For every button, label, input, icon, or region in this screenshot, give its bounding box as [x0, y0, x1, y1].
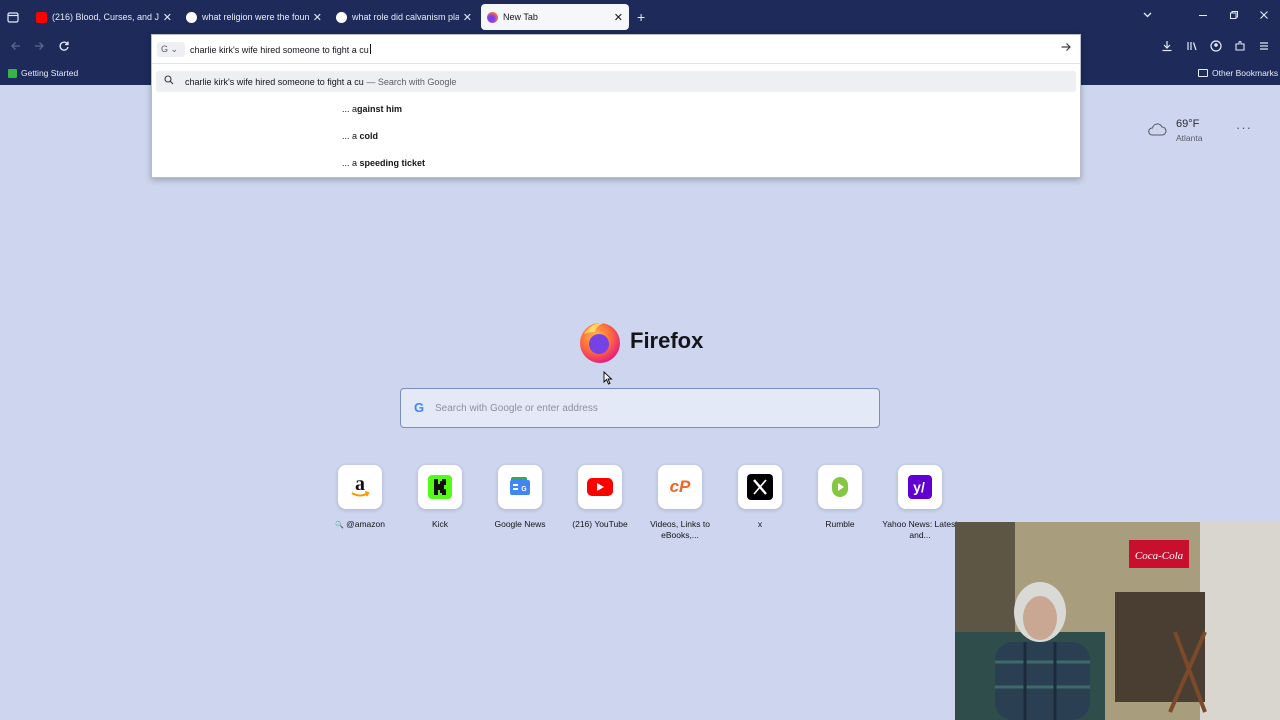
- rumble-icon: [818, 465, 862, 509]
- bookmark-label: Getting Started: [21, 68, 79, 78]
- new-tab-search-box[interactable]: G: [400, 388, 880, 428]
- library-icon[interactable]: [1186, 40, 1198, 56]
- go-arrow-icon[interactable]: [1060, 41, 1072, 56]
- window-close-icon[interactable]: [1259, 8, 1269, 26]
- top-site-kick[interactable]: Kick: [400, 465, 480, 530]
- google-icon: G: [161, 44, 169, 54]
- google-news-icon: G: [498, 465, 542, 509]
- suggestion-item[interactable]: ... a cold: [342, 131, 378, 141]
- tab-title: what religion were the founding: [202, 12, 309, 22]
- search-shortcut-icon: 🔍: [335, 522, 344, 529]
- firefox-icon: [487, 11, 498, 23]
- top-site-amazon[interactable]: a 🔍 @amazon: [320, 465, 400, 531]
- back-icon[interactable]: [10, 40, 22, 56]
- tab-youtube-blood-curses[interactable]: (216) Blood, Curses, and Jezebe ✕: [30, 4, 178, 30]
- top-site-rumble[interactable]: Rumble: [800, 465, 880, 530]
- svg-text:a: a: [355, 474, 365, 495]
- bookmark-getting-started[interactable]: Getting Started: [8, 68, 78, 78]
- firefox-logo-icon: [580, 322, 620, 363]
- chevron-down-icon[interactable]: [1142, 8, 1153, 26]
- google-icon: G: [414, 400, 425, 415]
- search-icon: [164, 75, 174, 88]
- tab-title: what role did calvanism play in: [352, 12, 459, 22]
- close-icon[interactable]: ✕: [313, 11, 322, 24]
- urlbar-input[interactable]: charlie kirk's wife hired someone to fig…: [190, 44, 371, 55]
- mouse-cursor-icon: [603, 371, 613, 385]
- cloud-icon: [1148, 123, 1167, 136]
- other-bookmarks[interactable]: Other Bookmarks: [1198, 68, 1278, 78]
- top-site-label: x: [757, 519, 763, 529]
- top-site-label: Videos, Links to eBooks,...: [650, 519, 710, 540]
- tab-manager-icon[interactable]: [7, 9, 19, 27]
- extensions-icon[interactable]: [1234, 40, 1246, 56]
- top-site-x[interactable]: x: [720, 465, 800, 530]
- top-site-youtube[interactable]: (216) YouTube: [560, 465, 640, 530]
- downloads-icon[interactable]: [1161, 40, 1173, 56]
- top-site-label: @amazon: [346, 519, 385, 529]
- suggestion-search-with-google[interactable]: charlie kirk's wife hired someone to fig…: [156, 71, 1076, 92]
- close-icon[interactable]: ✕: [163, 11, 172, 24]
- webcam-video-image: Coca-Cola: [955, 522, 1280, 720]
- youtube-icon: [578, 465, 622, 509]
- urlbar[interactable]: G ⌄ charlie kirk's wife hired someone to…: [152, 35, 1080, 64]
- forward-icon[interactable]: [33, 40, 45, 56]
- youtube-icon: [36, 11, 47, 23]
- google-icon: [186, 11, 197, 23]
- account-icon[interactable]: [1210, 40, 1222, 56]
- menu-icon[interactable]: [1258, 40, 1270, 56]
- bookmark-icon: [8, 68, 17, 78]
- cp-icon: cP: [658, 465, 702, 509]
- tab-title: New Tab: [503, 12, 538, 22]
- weather-city[interactable]: Atlanta: [1176, 133, 1202, 143]
- x-icon: [738, 465, 782, 509]
- webcam-overlay: Coca-Cola: [955, 522, 1280, 720]
- suggestion-action: — Search with Google: [366, 77, 457, 87]
- top-site-label: Kick: [431, 519, 449, 529]
- suggestion-item[interactable]: ... against him: [342, 104, 402, 114]
- top-site-yahoo-news[interactable]: y/ Yahoo News: Latest and...: [880, 465, 960, 541]
- tab-new-tab[interactable]: New Tab ✕: [481, 4, 629, 30]
- svg-text:cP: cP: [670, 477, 691, 496]
- folder-icon: [1198, 69, 1208, 77]
- minimize-icon[interactable]: [1198, 8, 1208, 26]
- suggestion-item[interactable]: ... a speeding ticket: [342, 158, 425, 168]
- amazon-icon: a: [338, 465, 382, 509]
- new-tab-button[interactable]: +: [637, 8, 645, 26]
- top-site-label: Rumble: [825, 519, 855, 529]
- top-site-label: (216) YouTube: [572, 519, 628, 529]
- close-icon[interactable]: ✕: [614, 11, 623, 24]
- more-options-icon[interactable]: ···: [1236, 120, 1252, 135]
- top-site-label: Google News: [494, 519, 546, 529]
- tab-google-calvanism[interactable]: what role did calvanism play in ✕: [330, 4, 478, 30]
- svg-text:G: G: [521, 486, 527, 493]
- svg-text:Coca-Cola: Coca-Cola: [1135, 550, 1184, 562]
- search-engine-button[interactable]: G ⌄: [157, 42, 185, 57]
- weather-temperature[interactable]: 69°F: [1176, 118, 1199, 130]
- yahoo-icon: y/: [898, 465, 942, 509]
- close-icon[interactable]: ✕: [463, 11, 472, 24]
- tab-google-founding[interactable]: what religion were the founding ✕: [180, 4, 328, 30]
- svg-text:y/: y/: [913, 479, 925, 495]
- search-input[interactable]: [435, 398, 865, 418]
- kick-icon: [418, 465, 462, 509]
- other-bookmarks-label: Other Bookmarks: [1212, 68, 1279, 78]
- restore-icon[interactable]: [1229, 8, 1239, 26]
- urlbar-dropdown: G ⌄ charlie kirk's wife hired someone to…: [151, 34, 1081, 178]
- top-site-label: Yahoo News: Latest and...: [882, 519, 958, 540]
- tab-title: (216) Blood, Curses, and Jezebe: [52, 12, 159, 22]
- reload-icon[interactable]: [58, 40, 70, 56]
- google-icon: [336, 11, 347, 23]
- top-site-videos-links[interactable]: cP Videos, Links to eBooks,...: [640, 465, 720, 541]
- suggestion-query: charlie kirk's wife hired someone to fig…: [185, 77, 364, 87]
- top-site-google-news[interactable]: G Google News: [480, 465, 560, 530]
- firefox-wordmark: Firefox: [630, 328, 704, 353]
- tab-strip: (216) Blood, Curses, and Jezebe ✕ what r…: [0, 0, 1280, 34]
